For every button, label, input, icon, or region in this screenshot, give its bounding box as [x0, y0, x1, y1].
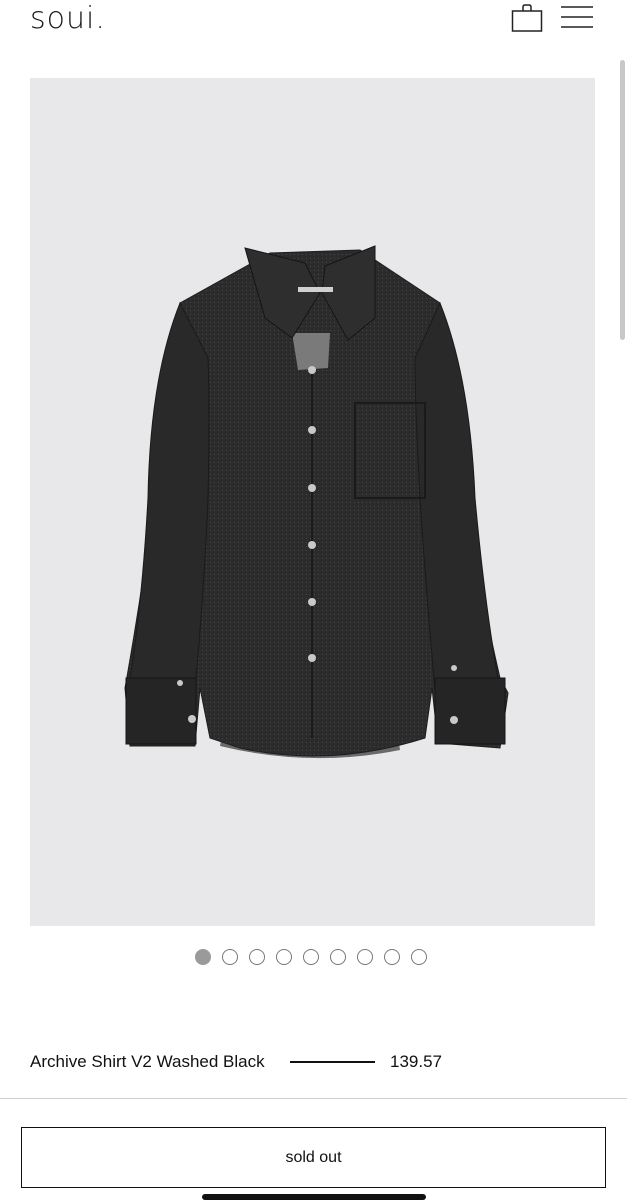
sold-out-button[interactable]: sold out: [21, 1127, 606, 1188]
gallery-dot-7[interactable]: [357, 949, 373, 965]
gallery-dot-3[interactable]: [249, 949, 265, 965]
product-price: 139.57: [390, 1052, 442, 1071]
shirt-image: [124, 245, 509, 759]
gallery-dot-4[interactable]: [276, 949, 292, 965]
gallery-dot-9[interactable]: [411, 949, 427, 965]
page-scrollbar[interactable]: [620, 60, 625, 340]
brand-logo[interactable]: soui.: [30, 0, 106, 38]
home-indicator[interactable]: [202, 1194, 426, 1200]
gallery-dot-5[interactable]: [303, 949, 319, 965]
shopping-bag-icon[interactable]: [511, 4, 543, 32]
hamburger-menu-icon[interactable]: [560, 5, 594, 29]
section-divider: [0, 1098, 627, 1099]
gallery-dot-1[interactable]: [195, 949, 211, 965]
product-page: soui. Archive Shirt V2 Washed Black 139.…: [0, 0, 627, 1200]
product-name: Archive Shirt V2 Washed Black: [30, 1052, 265, 1071]
gallery-dot-8[interactable]: [384, 949, 400, 965]
name-price-separator: [290, 1061, 375, 1063]
gallery-dot-6[interactable]: [330, 949, 346, 965]
product-image-gallery[interactable]: [30, 78, 595, 926]
gallery-pagination: [195, 949, 427, 967]
gallery-dot-2[interactable]: [222, 949, 238, 965]
